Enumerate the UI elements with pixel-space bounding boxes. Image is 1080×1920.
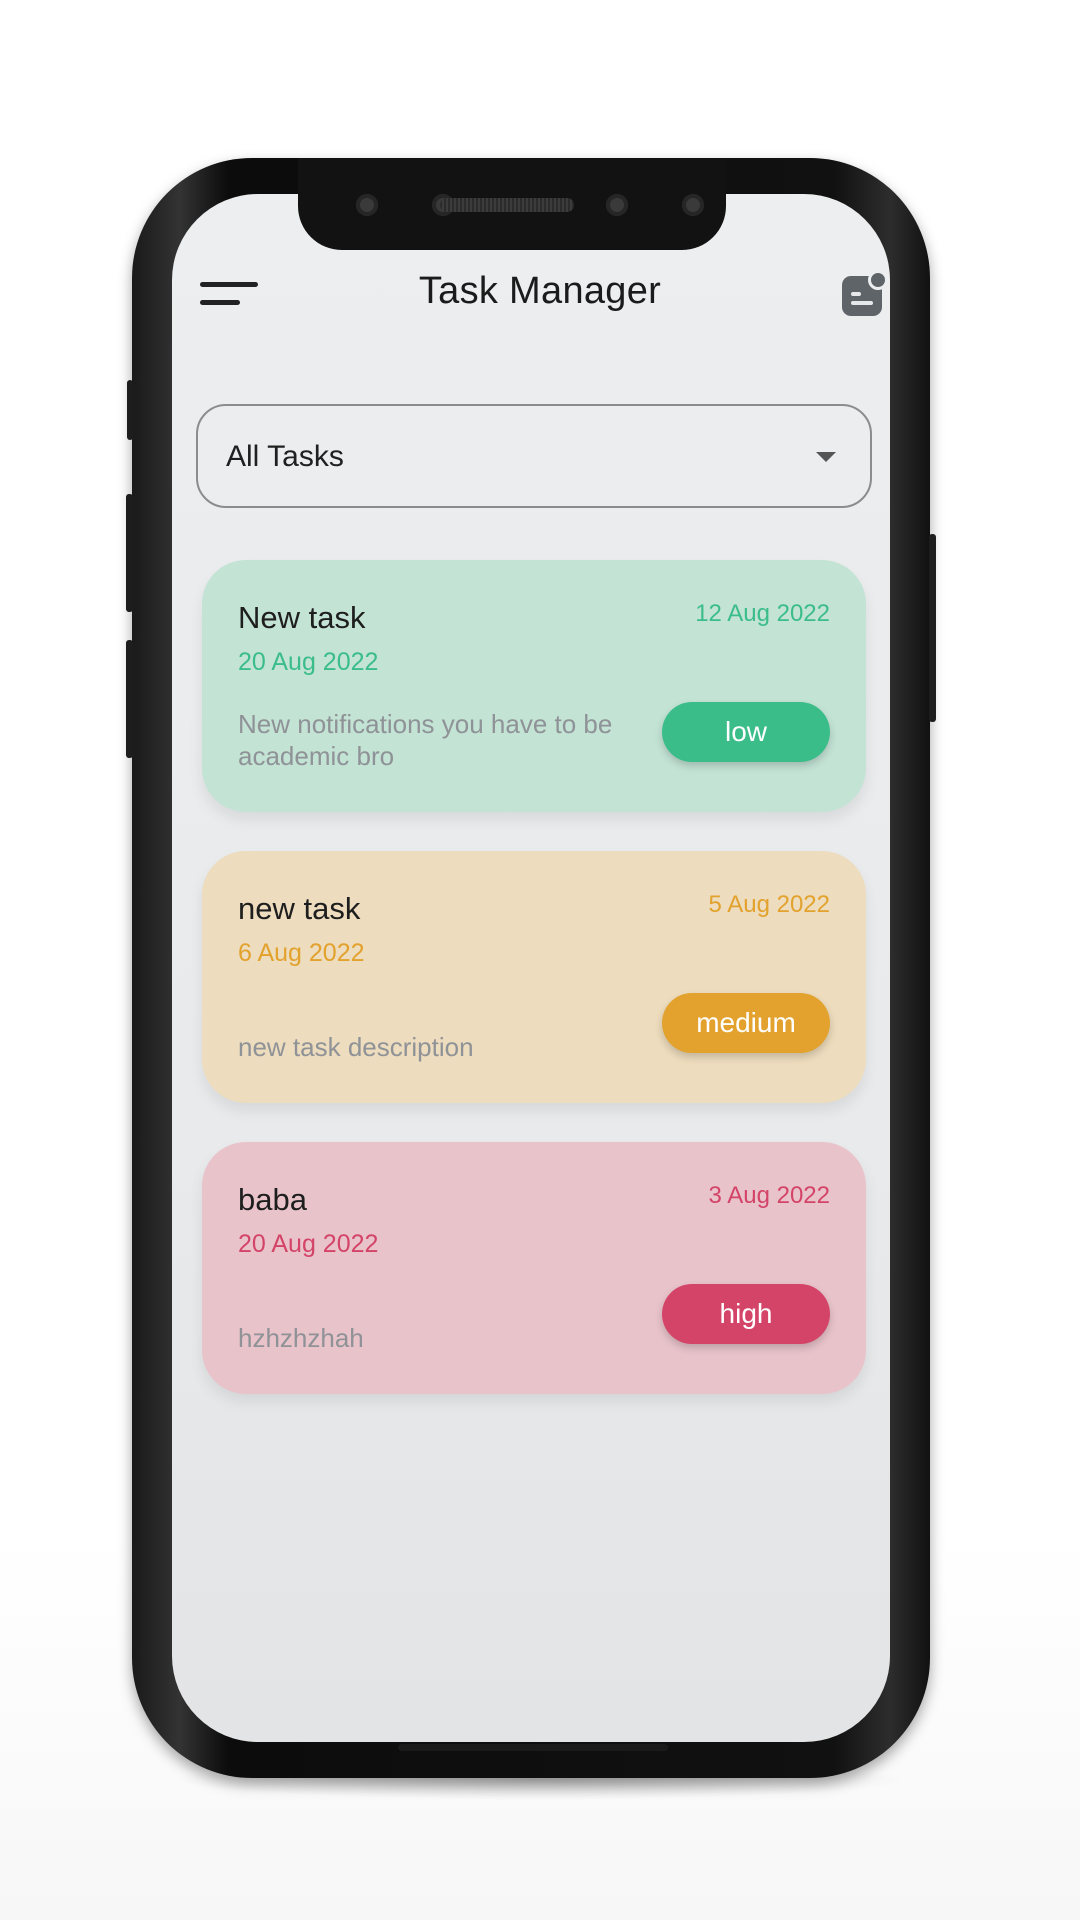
task-start-date: 20 Aug 2022	[238, 1230, 379, 1258]
task-filter-dropdown[interactable]: All Tasks	[196, 404, 872, 508]
notification-badge	[868, 270, 888, 290]
task-manager-app: Task Manager All Tasks New task 12 Aug 2…	[0, 0, 1080, 1920]
front-camera-dot	[606, 194, 628, 216]
task-title: new task	[238, 891, 361, 926]
task-start-date: 20 Aug 2022	[238, 648, 379, 676]
phone-notch	[298, 158, 726, 250]
task-card[interactable]: New task 12 Aug 2022 20 Aug 2022 New not…	[202, 560, 866, 812]
earpiece-speaker	[440, 198, 574, 212]
task-created-date: 5 Aug 2022	[708, 891, 830, 918]
task-start-date: 6 Aug 2022	[238, 939, 365, 967]
proximity-sensor-dot	[682, 194, 704, 216]
task-created-date: 12 Aug 2022	[695, 600, 830, 627]
device-mockup-scene: Task Manager All Tasks New task 12 Aug 2…	[0, 0, 1080, 1920]
task-created-date: 3 Aug 2022	[708, 1182, 830, 1209]
priority-badge-low[interactable]: low	[662, 702, 830, 762]
task-card[interactable]: baba 3 Aug 2022 20 Aug 2022 hzhzhzhah hi…	[202, 1142, 866, 1394]
task-description: New notifications you have to be academi…	[238, 709, 613, 771]
task-description: hzhzhzhah	[238, 1323, 364, 1353]
hamburger-menu-icon[interactable]	[200, 280, 262, 314]
task-title: New task	[238, 600, 366, 635]
notification-icon[interactable]	[842, 270, 888, 316]
dropdown-arrow-icon	[816, 452, 836, 462]
priority-badge-high[interactable]: high	[662, 1284, 830, 1344]
priority-badge-medium[interactable]: medium	[662, 993, 830, 1053]
sensor-dot	[356, 194, 378, 216]
task-description: new task description	[238, 1032, 474, 1062]
task-card[interactable]: new task 5 Aug 2022 6 Aug 2022 new task …	[202, 851, 866, 1103]
task-title: baba	[238, 1182, 307, 1217]
page-title: Task Manager	[418, 270, 662, 312]
filter-selected-value: All Tasks	[226, 440, 344, 473]
home-indicator[interactable]	[398, 1744, 668, 1751]
